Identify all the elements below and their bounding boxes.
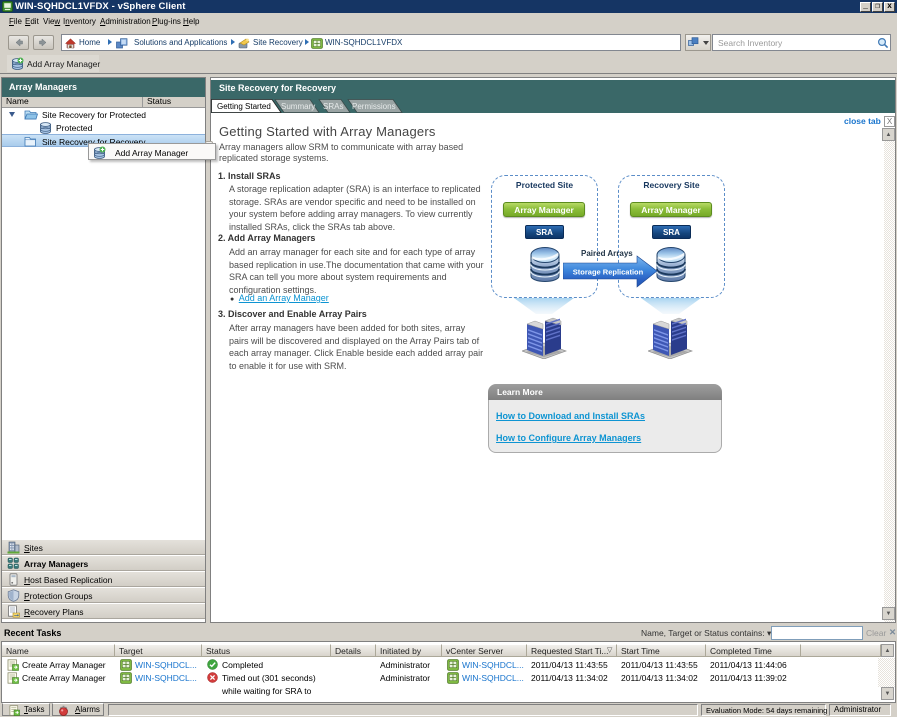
svg-text:Storage Replication: Storage Replication — [573, 268, 644, 277]
